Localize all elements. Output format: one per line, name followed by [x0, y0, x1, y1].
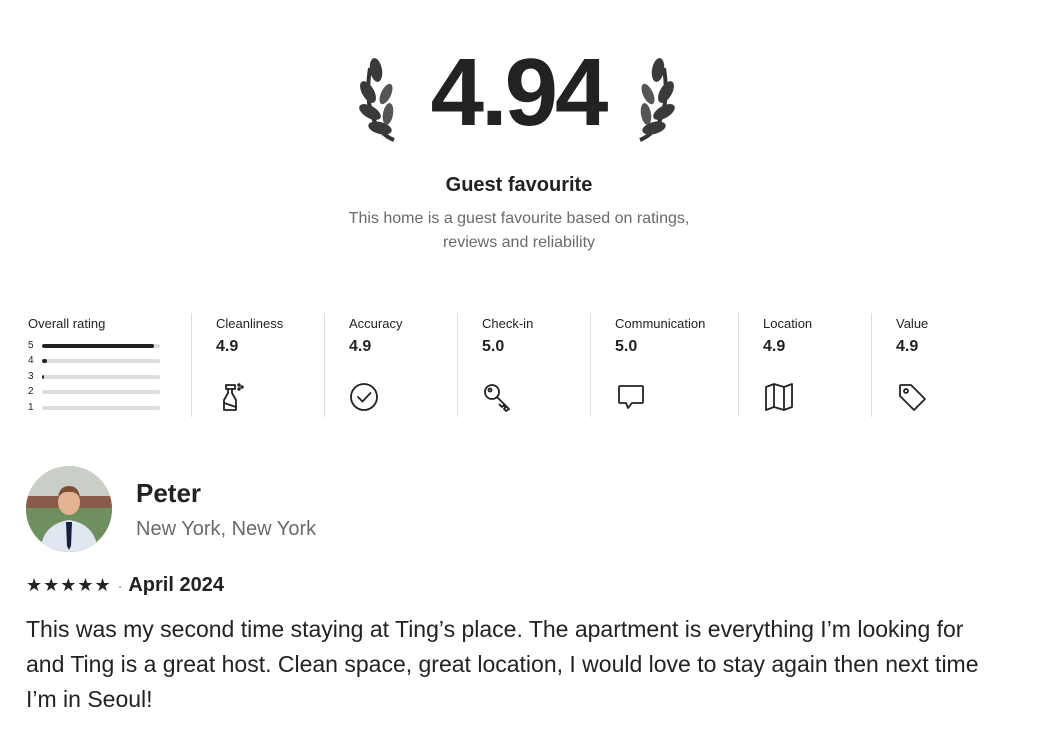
rating-bar-row: 1 [28, 400, 191, 416]
bar-track [42, 374, 160, 379]
review-date: April 2024 [128, 574, 224, 596]
meta-separator: · [117, 577, 123, 594]
review-text: This was my second time staying at Ting’… [26, 616, 979, 712]
overall-rating: Overall rating 5 4 3 2 1 [24, 313, 191, 417]
key-icon [484, 384, 510, 412]
rating-bar-row: 3 [28, 369, 191, 385]
category-cleanliness: Cleanliness 4.9 [191, 313, 324, 417]
category-label: Accuracy [349, 316, 403, 331]
category-label: Location [763, 316, 813, 331]
reviewer-avatar[interactable] [26, 466, 112, 552]
spray-bottle-icon [223, 383, 244, 411]
map-icon [765, 383, 793, 411]
chat-bubble-icon [618, 385, 644, 409]
category-checkin: Check-in 5.0 [457, 313, 590, 417]
bar-label: 1 [28, 401, 34, 413]
bar-fill [42, 343, 155, 348]
bar-track [42, 405, 160, 410]
category-label: Communication [615, 316, 706, 331]
category-label: Value [896, 316, 929, 331]
bar-track [42, 359, 160, 364]
review-meta: ★★★★★ · April 2024 [26, 574, 224, 597]
category-value: Value 4.9 [871, 313, 1014, 417]
rating-bar-row: 5 [28, 338, 191, 354]
bar-track [42, 343, 160, 348]
rating-hero: 4.94 [0, 38, 1038, 168]
rating-breakdown: Overall rating 5 4 3 2 1 Cleanliness 4.9… [24, 313, 1014, 417]
overall-rating-label: Overall rating [28, 316, 106, 331]
category-score: 5.0 [615, 338, 638, 355]
category-label: Cleanliness [216, 316, 284, 331]
category-score: 4.9 [216, 338, 239, 355]
category-accuracy: Accuracy 4.9 [324, 313, 457, 417]
guest-favourite-title: Guest favourite [445, 174, 593, 196]
category-score: 4.9 [896, 338, 919, 355]
category-label: Check-in [482, 316, 534, 331]
avatar-photo [26, 466, 112, 552]
bar-fill [42, 374, 44, 379]
rating-distribution: 5 4 3 2 1 [28, 338, 191, 416]
overall-score: 4.94 [430, 39, 609, 146]
bar-track [42, 390, 160, 395]
reviewer-location: New York, New York [136, 518, 317, 540]
bar-label: 4 [28, 355, 34, 367]
category-communication: Communication 5.0 [590, 313, 738, 417]
bar-label: 3 [28, 370, 34, 382]
category-score: 5.0 [482, 338, 505, 355]
category-location: Location 4.9 [738, 313, 871, 417]
category-score: 4.9 [349, 338, 372, 355]
tag-icon [899, 384, 926, 411]
laurel-left-icon [359, 58, 395, 142]
check-circle-icon [350, 383, 378, 411]
bar-label: 5 [28, 339, 34, 351]
laurel-right-icon [639, 58, 675, 142]
bar-fill [42, 359, 47, 364]
bar-label: 2 [28, 386, 34, 398]
guest-favourite-description: This home is a guest favourite based on … [348, 210, 690, 251]
review-stars: ★★★★★ [26, 575, 112, 595]
reviewer-name: Peter [136, 478, 202, 508]
category-score: 4.9 [763, 338, 786, 355]
rating-bar-row: 4 [28, 354, 191, 370]
rating-bar-row: 2 [28, 385, 191, 401]
